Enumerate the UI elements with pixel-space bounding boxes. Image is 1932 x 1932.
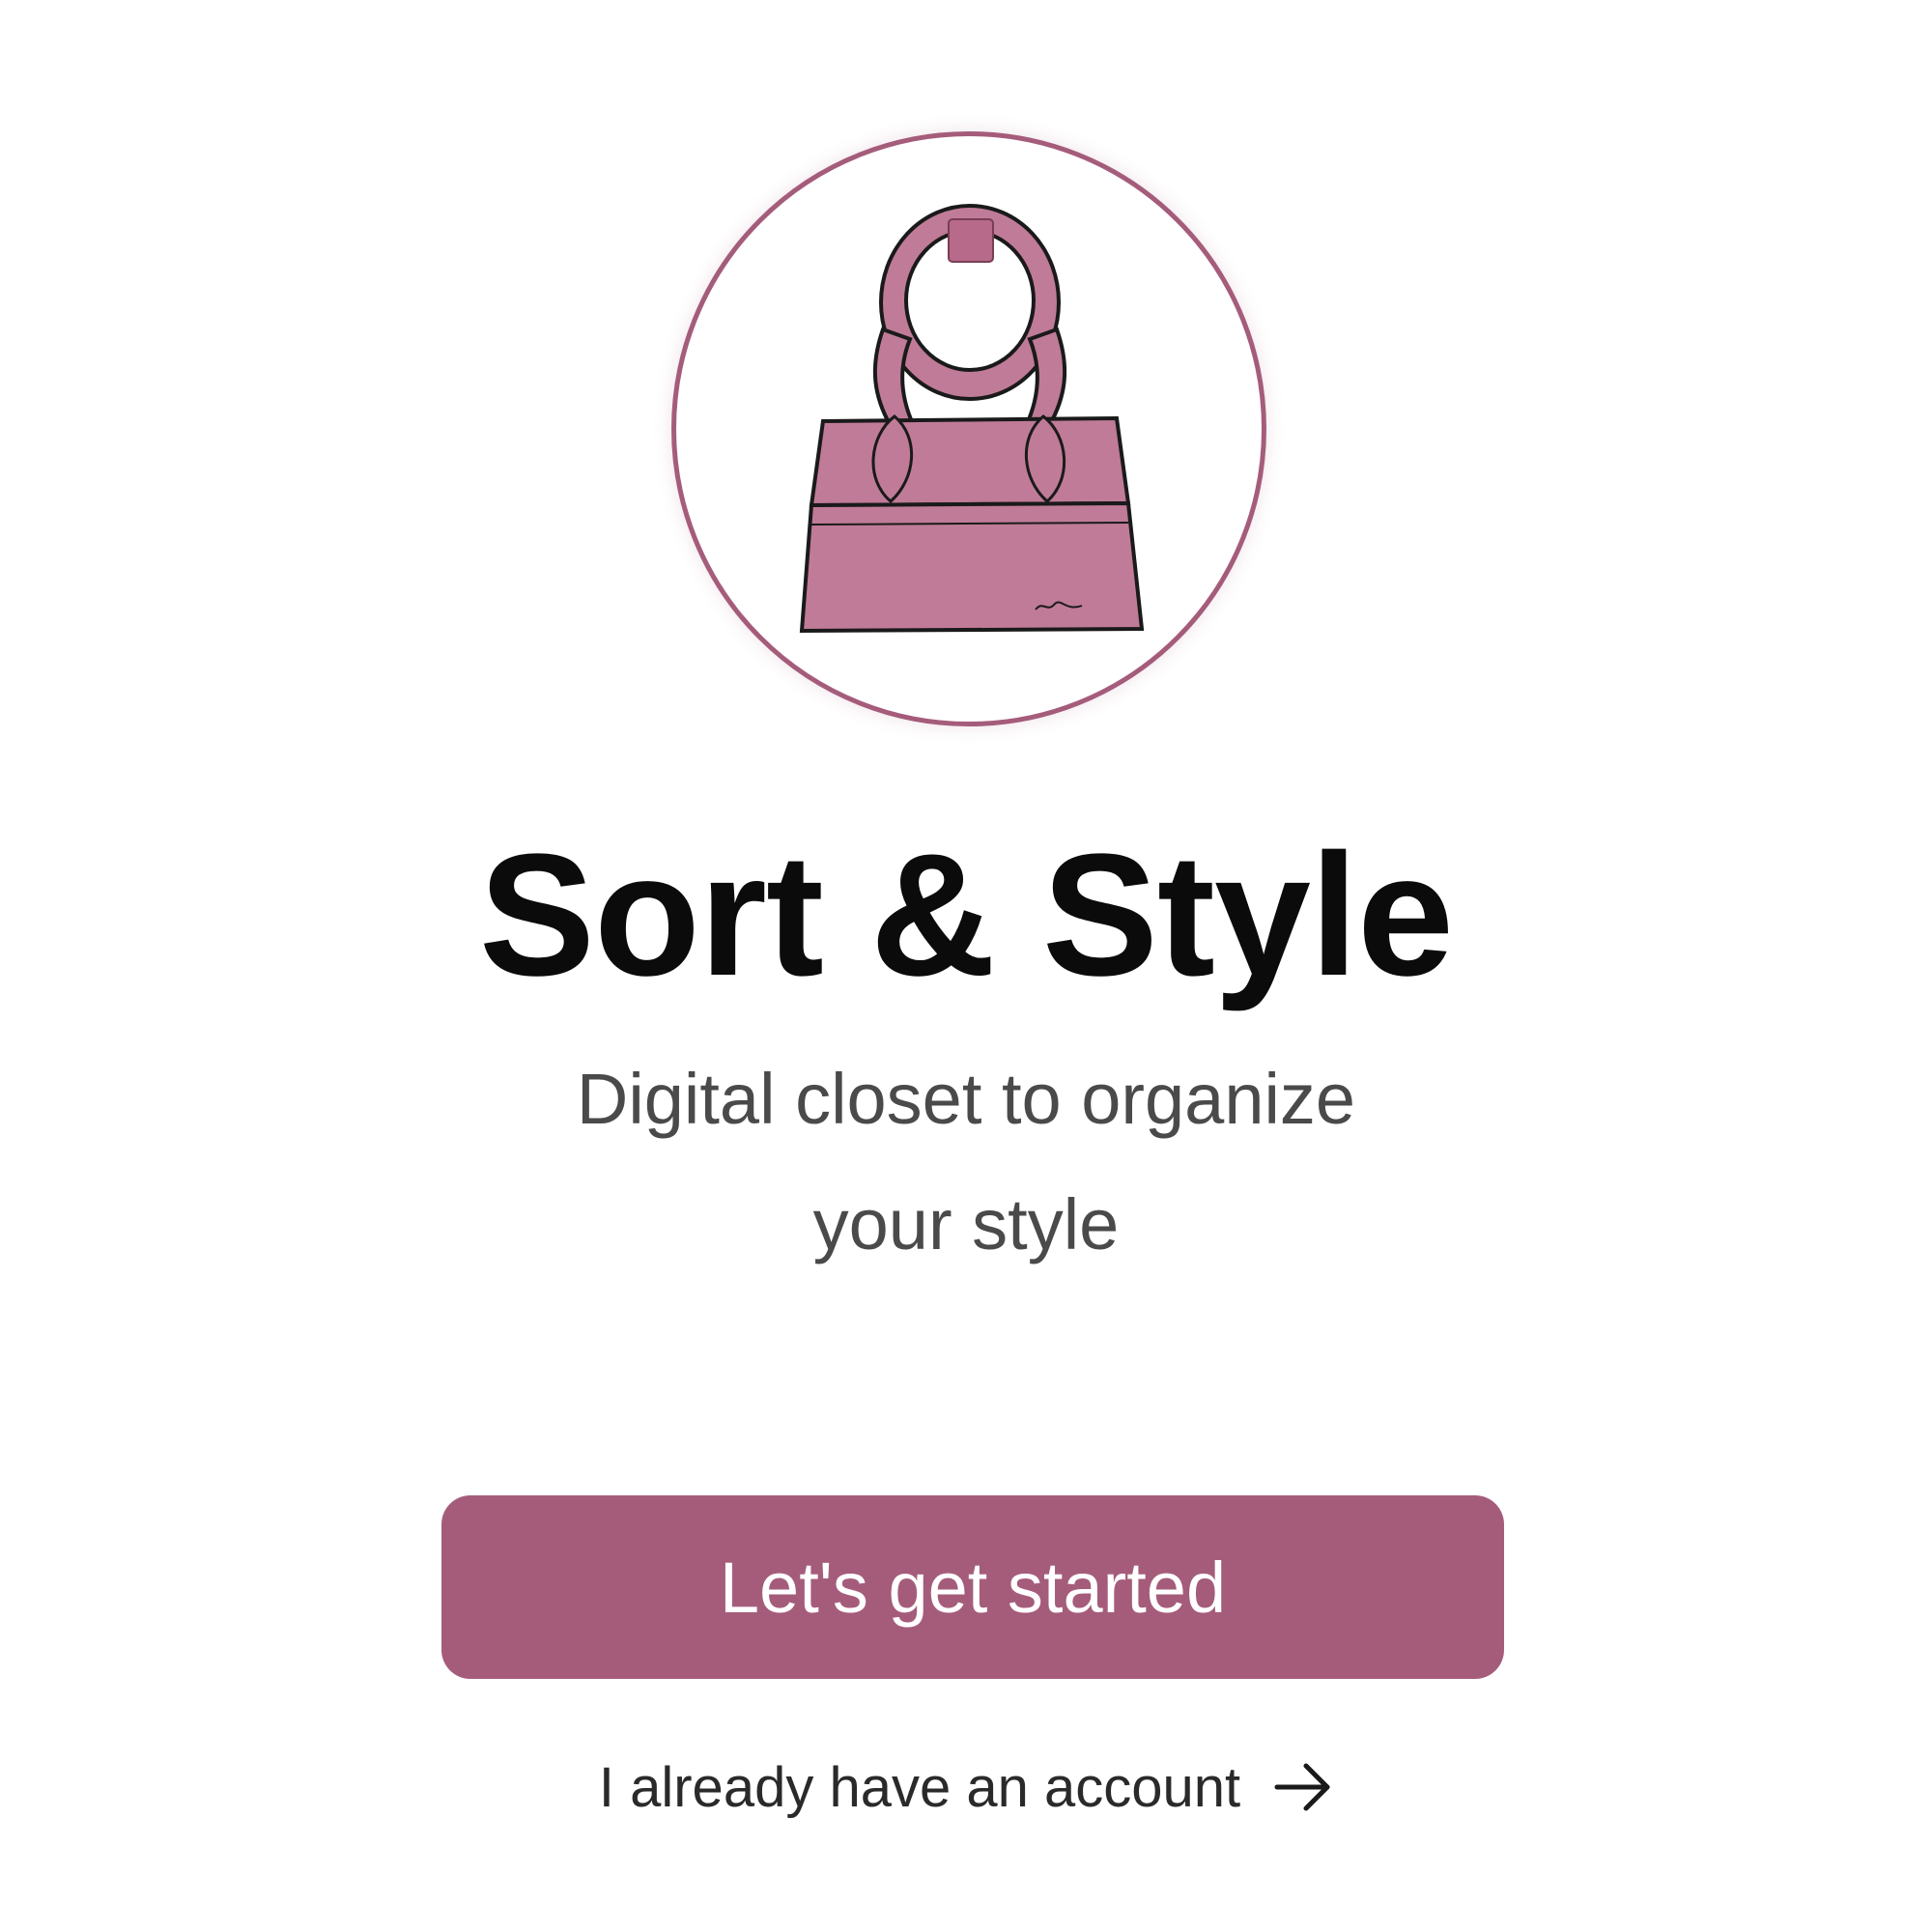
app-title: Sort & Style [478,818,1454,1012]
get-started-button[interactable]: Let's get started [441,1495,1504,1679]
subtitle-line-1: Digital closet to organize [576,1059,1356,1139]
welcome-screen: Sort & Style Digital closet to organize … [0,0,1932,1932]
handbag-icon [799,204,1145,634]
existing-account-link[interactable]: I already have an account [0,1748,1932,1826]
app-logo [671,131,1266,726]
subtitle-line-2: your style [812,1184,1120,1264]
get-started-label: Let's get started [719,1547,1227,1628]
existing-account-label: I already have an account [598,1755,1241,1819]
arrow-right-icon [1273,1760,1333,1814]
